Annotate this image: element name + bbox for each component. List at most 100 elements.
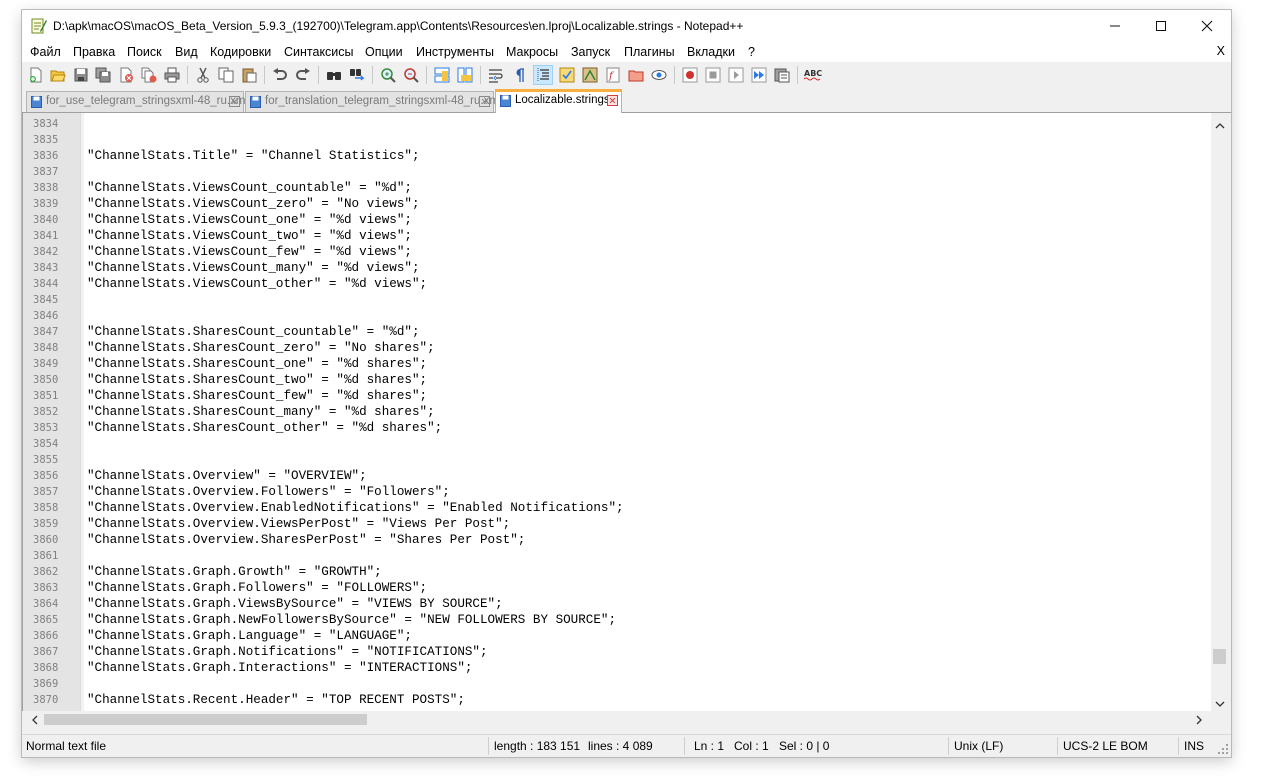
editor-line[interactable]: 3867 "ChannelStats.Graph.Notifications" =… (23, 644, 1211, 660)
editor-line[interactable]: 3851 "ChannelStats.SharesCount_few" = "%d… (23, 388, 1211, 404)
horizontal-scroll-thumb[interactable] (44, 714, 367, 725)
line-text[interactable]: "ChannelStats.Graph.Notifications" = "NO… (87, 644, 488, 660)
close-document-button[interactable]: X (1217, 44, 1225, 58)
line-text[interactable]: "ChannelStats.Graph.Followers" = "FOLLOW… (87, 580, 427, 596)
line-text[interactable]: "ChannelStats.SharesCount_zero" = "No sh… (87, 340, 435, 356)
line-text[interactable]: "ChannelStats.ViewsCount_many" = "%d vie… (87, 260, 420, 276)
editor-line[interactable]: 3860 "ChannelStats.Overview.SharesPerPost… (23, 532, 1211, 548)
sync-horizontal-button[interactable] (455, 65, 475, 85)
editor-line[interactable]: 3835 (23, 132, 1211, 148)
editor-line[interactable]: 3868 "ChannelStats.Graph.Interactions" = … (23, 660, 1211, 676)
vertical-scrollbar[interactable] (1211, 113, 1228, 716)
menu-plugins[interactable]: Плагины (624, 45, 675, 59)
paste-button[interactable] (239, 65, 259, 85)
function-list-button[interactable]: f (603, 65, 623, 85)
menu-language[interactable]: Синтаксисы (284, 45, 354, 59)
minimize-button[interactable] (1092, 10, 1138, 42)
line-text[interactable]: "ChannelStats.SharesCount_one" = "%d sha… (87, 356, 427, 372)
horizontal-scrollbar[interactable] (22, 711, 1211, 728)
line-text[interactable]: "ChannelStats.Overview.ViewsPerPost" = "… (87, 516, 510, 532)
line-text[interactable]: "ChannelStats.ViewsCount_one" = "%d view… (87, 212, 412, 228)
menu-edit[interactable]: Правка (73, 45, 115, 59)
line-text[interactable]: "ChannelStats.Overview" = "OVERVIEW"; (87, 468, 367, 484)
tab-close-icon[interactable] (229, 96, 240, 107)
editor-line[interactable]: 3857 "ChannelStats.Overview.Followers" = … (23, 484, 1211, 500)
new-file-button[interactable] (26, 65, 46, 85)
menu-settings[interactable]: Опции (365, 45, 403, 59)
editor-line[interactable]: 3846 (23, 308, 1211, 324)
line-text[interactable]: "ChannelStats.ViewsCount_other" = "%d vi… (87, 276, 427, 292)
editor-line[interactable]: 3863 "ChannelStats.Graph.Followers" = "FO… (23, 580, 1211, 596)
editor-line[interactable]: 3849 "ChannelStats.SharesCount_one" = "%d… (23, 356, 1211, 372)
zoom-out-button[interactable] (401, 65, 421, 85)
replace-button[interactable] (347, 65, 367, 85)
editor-line[interactable]: 3836 "ChannelStats.Title" = "Channel Stat… (23, 148, 1211, 164)
editor-line[interactable]: 3839 "ChannelStats.ViewsCount_zero" = "No… (23, 196, 1211, 212)
line-text[interactable]: "ChannelStats.SharesCount_other" = "%d s… (87, 420, 442, 436)
tab-localizable-strings[interactable]: Localizable.strings (495, 89, 622, 113)
editor-line[interactable]: 3852 "ChannelStats.SharesCount_many" = "%… (23, 404, 1211, 420)
tab-for-use-telegram[interactable]: for_use_telegram_stringsxml-48_ru.xml (26, 91, 248, 112)
menu-tools[interactable]: Инструменты (416, 45, 494, 59)
line-text[interactable]: "ChannelStats.Title" = "Channel Statisti… (87, 148, 420, 164)
show-all-chars-button[interactable] (509, 65, 529, 85)
scroll-up-button[interactable] (1211, 117, 1228, 134)
scroll-down-button[interactable] (1211, 695, 1228, 712)
editor-line[interactable]: 3855 (23, 452, 1211, 468)
editor-line[interactable]: 3856 "ChannelStats.Overview" = "OVERVIEW"… (23, 468, 1211, 484)
editor-line[interactable]: 3838 "ChannelStats.ViewsCount_countable" … (23, 180, 1211, 196)
vertical-scroll-thumb[interactable] (1213, 649, 1226, 664)
editor-line[interactable]: 3850 "ChannelStats.SharesCount_two" = "%d… (23, 372, 1211, 388)
editor-line[interactable]: 3853 "ChannelStats.SharesCount_other" = "… (23, 420, 1211, 436)
editor-line[interactable]: 3865 "ChannelStats.Graph.NewFollowersBySo… (23, 612, 1211, 628)
zoom-in-button[interactable] (378, 65, 398, 85)
menu-run[interactable]: Запуск (571, 45, 610, 59)
scroll-right-button[interactable] (1190, 711, 1207, 728)
editor-line[interactable]: 3837 (23, 164, 1211, 180)
menu-file[interactable]: Файл (30, 45, 61, 59)
folder-as-workspace-button[interactable] (626, 65, 646, 85)
title-bar[interactable]: D:\apk\macOS\macOS_Beta_Version_5.9.3_(1… (22, 10, 1231, 42)
menu-window[interactable]: Вкладки (687, 45, 735, 59)
menu-help[interactable]: ? (748, 45, 755, 59)
maximize-button[interactable] (1138, 10, 1184, 42)
run-macro-multiple-button[interactable] (749, 65, 769, 85)
save-macro-button[interactable] (772, 65, 792, 85)
cut-button[interactable] (193, 65, 213, 85)
line-text[interactable]: "ChannelStats.Graph.NewFollowersBySource… (87, 612, 616, 628)
editor-line[interactable]: 3861 (23, 548, 1211, 564)
editor-line[interactable]: 3859 "ChannelStats.Overview.ViewsPerPost"… (23, 516, 1211, 532)
line-text[interactable]: "ChannelStats.ViewsCount_countable" = "%… (87, 180, 412, 196)
save-all-button[interactable] (93, 65, 113, 85)
line-text[interactable]: "ChannelStats.Overview.EnabledNotificati… (87, 500, 624, 516)
editor-line[interactable]: 3866 "ChannelStats.Graph.Language" = "LAN… (23, 628, 1211, 644)
line-text[interactable]: "ChannelStats.ViewsCount_few" = "%d view… (87, 244, 412, 260)
editor-line[interactable]: 3843 "ChannelStats.ViewsCount_many" = "%d… (23, 260, 1211, 276)
line-text[interactable]: "ChannelStats.Graph.ViewsBySource" = "VI… (87, 596, 503, 612)
editor-line[interactable]: 3858 "ChannelStats.Overview.EnabledNotifi… (23, 500, 1211, 516)
sync-vertical-button[interactable] (432, 65, 452, 85)
editor-line[interactable]: 3869 (23, 676, 1211, 692)
copy-button[interactable] (216, 65, 236, 85)
udl-button[interactable] (557, 65, 577, 85)
editor-line[interactable]: 3834 (23, 116, 1211, 132)
doc-map-button[interactable] (580, 65, 600, 85)
editor-line[interactable]: 3842 "ChannelStats.ViewsCount_few" = "%d … (23, 244, 1211, 260)
tab-close-icon[interactable] (479, 96, 490, 107)
text-editor[interactable]: 3834 3835 3836 "ChannelStats.Title" = "Chan… (22, 113, 1211, 716)
line-text[interactable]: "ChannelStats.Overview.SharesPerPost" = … (87, 532, 525, 548)
line-text[interactable]: "ChannelStats.SharesCount_two" = "%d sha… (87, 372, 427, 388)
line-text[interactable]: "ChannelStats.Overview.Followers" = "Fol… (87, 484, 450, 500)
line-text[interactable]: "ChannelStats.Graph.Interactions" = "INT… (87, 660, 472, 676)
line-text[interactable]: "ChannelStats.SharesCount_countable" = "… (87, 324, 420, 340)
play-macro-button[interactable] (726, 65, 746, 85)
resize-grip-icon[interactable] (1217, 743, 1229, 755)
monitoring-button[interactable] (649, 65, 669, 85)
menu-macro[interactable]: Макросы (506, 45, 558, 59)
line-text[interactable]: "ChannelStats.SharesCount_few" = "%d sha… (87, 388, 427, 404)
line-text[interactable]: "ChannelStats.Graph.Growth" = "GROWTH"; (87, 564, 382, 580)
editor-line[interactable]: 3854 (23, 436, 1211, 452)
close-button[interactable] (1184, 10, 1230, 42)
menu-view[interactable]: Вид (175, 45, 198, 59)
find-button[interactable] (324, 65, 344, 85)
